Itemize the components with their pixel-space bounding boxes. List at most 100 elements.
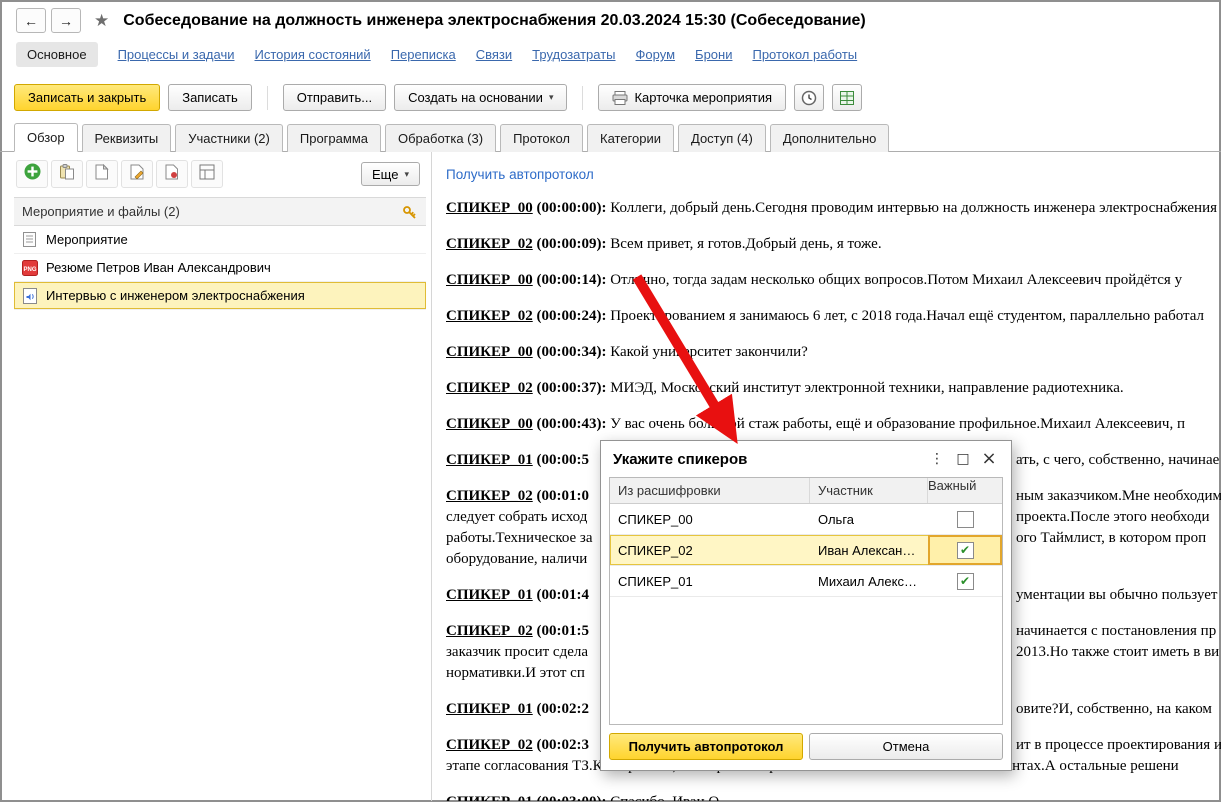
cell-participant: Ольга [810, 504, 928, 534]
speakers-table: Из расшифровкиУчастникВажный СПИКЕР_00Ол… [609, 477, 1003, 725]
speaker-label: СПИКЕР_02 [446, 623, 533, 639]
time-label: (00:02:3 [533, 737, 589, 753]
transcript-entry: СПИКЕР_01 (00:03:00): Спасибо, Иван.О [446, 792, 1221, 801]
transcript-entry: СПИКЕР_00 (00:00:43): У вас очень большо… [446, 414, 1221, 435]
time-label: (00:00:34): [533, 344, 610, 360]
list-item[interactable]: Интервью с инженером электроснабжения [14, 282, 426, 310]
nav-item-main[interactable]: Основное [16, 42, 98, 67]
more-button[interactable]: Еще ▾ [361, 162, 420, 186]
transcript-entry: СПИКЕР_02 (00:00:09): Всем привет, я гот… [446, 234, 1221, 255]
forward-button[interactable]: → [51, 8, 81, 33]
nav-link[interactable]: Брони [695, 47, 732, 62]
back-button[interactable]: ← [16, 8, 46, 33]
paste-button[interactable] [51, 160, 83, 188]
transcript-text: Проектированием я занимаюсь 6 лет, с 201… [610, 308, 1204, 324]
pane-divider[interactable] [431, 152, 432, 801]
tab-item[interactable]: Обработка (3) [385, 124, 496, 152]
important-checkbox[interactable]: ✔ [957, 573, 974, 590]
nav-link[interactable]: Переписка [391, 47, 456, 62]
tab-item[interactable]: Участники (2) [175, 124, 283, 152]
send-button[interactable]: Отправить... [283, 84, 386, 111]
edit-file-button[interactable] [121, 160, 153, 188]
important-checkbox[interactable]: ✔ [957, 542, 974, 559]
dialog-cancel-button[interactable]: Отмена [809, 733, 1003, 760]
transcript-text: работы.Техническое за [446, 530, 593, 546]
nav-link[interactable]: Связи [476, 47, 512, 62]
time-label: (00:00:14): [533, 272, 610, 288]
speaker-label: СПИКЕР_00 [446, 272, 533, 288]
tab-item[interactable]: Дополнительно [770, 124, 890, 152]
tab-item[interactable]: Реквизиты [82, 124, 172, 152]
get-autoprotocol-link[interactable]: Получить автопротокол [446, 167, 594, 182]
dialog-title: Укажите спикеров [613, 451, 921, 468]
kebab-menu-icon[interactable]: ⋮ [927, 451, 947, 467]
speaker-label: СПИКЕР_01 [446, 794, 533, 801]
clipboard-icon [59, 164, 75, 185]
time-label: (00:02:2 [533, 701, 589, 717]
tab-item[interactable]: Программа [287, 124, 381, 152]
speaker-label: СПИКЕР_00 [446, 344, 533, 360]
sign-file-button[interactable] [156, 160, 188, 188]
file-list: Мероприятие PNG Резюме Петров Иван Алексан… [14, 226, 426, 310]
cell-participant: Михаил Алекс… [810, 566, 928, 596]
new-file-button[interactable] [86, 160, 118, 188]
dialog-footer: Получить автопротокол Отмена [601, 725, 1011, 770]
create-based-button[interactable]: Создать на основании ▾ [394, 84, 567, 111]
tab-active[interactable]: Обзор [14, 123, 78, 152]
clock-icon [801, 90, 817, 106]
nav-link[interactable]: История состояний [255, 47, 371, 62]
dialog-ok-button[interactable]: Получить автопротокол [609, 733, 803, 760]
speaker-label: СПИКЕР_01 [446, 587, 533, 603]
cell-important [928, 504, 1002, 534]
nav-links: Процессы и задачи История состояний Перепи… [118, 47, 858, 62]
dialog-table-row[interactable]: СПИКЕР_01Михаил Алекс… ✔ [610, 566, 1002, 597]
event-card-button[interactable]: Карточка мероприятия [598, 84, 786, 111]
important-checkbox[interactable] [957, 511, 974, 528]
forward-arrow-icon: → [59, 13, 73, 29]
history-button[interactable] [794, 84, 824, 111]
nav-link[interactable]: Процессы и задачи [118, 47, 235, 62]
save-button[interactable]: Записать [168, 84, 252, 111]
transcript-text-tail: ать, с чего, собственно, начинае [1016, 450, 1219, 471]
maximize-icon[interactable]: □ [953, 451, 973, 467]
speaker-label: СПИКЕР_02 [446, 488, 533, 504]
transcript-text: оборудование, наличи [446, 551, 587, 567]
transcript-text-tail: ит в процессе проектирования и [1016, 735, 1221, 756]
transcript-text-tail: начинается с постановления пр [1016, 621, 1216, 642]
tab-item[interactable]: Доступ (4) [678, 124, 766, 152]
structure-icon [199, 164, 215, 185]
tab-item[interactable]: Протокол [500, 124, 583, 152]
list-item-label: Резюме Петров Иван Александрович [46, 260, 271, 275]
speaker-label: СПИКЕР_02 [446, 236, 533, 252]
command-bar: Записать и закрыть Записать Отправить...… [0, 76, 1221, 121]
time-label: (00:00:5 [533, 452, 589, 468]
dialog-table-body: СПИКЕР_00ОльгаСПИКЕР_02Иван Алексан…✔СПИ… [610, 504, 1002, 597]
speaker-label: СПИКЕР_01 [446, 452, 533, 468]
nav-link[interactable]: Протокол работы [752, 47, 857, 62]
related-table-button[interactable] [832, 84, 862, 111]
favorite-star-icon[interactable]: ★ [94, 11, 109, 31]
nav-link[interactable]: Трудозатраты [532, 47, 615, 62]
png-file-icon: PNG [21, 260, 38, 276]
close-icon[interactable]: × [979, 452, 999, 466]
speaker-label: СПИКЕР_02 [446, 308, 533, 324]
speaker-label: СПИКЕР_00 [446, 416, 533, 432]
files-toolbar: Еще ▾ [14, 152, 426, 197]
tab-item[interactable]: Категории [587, 124, 674, 152]
list-item[interactable]: PNG Резюме Петров Иван Александрович [14, 254, 426, 282]
structure-button[interactable] [191, 160, 223, 188]
cell-speaker: СПИКЕР_01 [610, 566, 810, 596]
transcript-text: Коллеги, добрый день.Сегодня проводим ин… [610, 200, 1217, 216]
time-label: (00:01:4 [533, 587, 589, 603]
dialog-table-row[interactable]: СПИКЕР_02Иван Алексан…✔ [610, 535, 1002, 566]
dialog-table-row[interactable]: СПИКЕР_00Ольга [610, 504, 1002, 535]
nav-link[interactable]: Форум [636, 47, 676, 62]
speaker-label: СПИКЕР_00 [446, 200, 533, 216]
audio-file-icon [21, 288, 38, 304]
cell-important: ✔ [928, 566, 1002, 596]
add-button[interactable] [16, 160, 48, 188]
list-item[interactable]: Мероприятие [14, 226, 426, 254]
save-close-button[interactable]: Записать и закрыть [14, 84, 160, 111]
transcript-text: Всем привет, я готов.Добрый день, я тоже… [610, 236, 881, 252]
files-pane: Еще ▾ Мероприятие и файлы (2) Мероприяти… [14, 152, 426, 801]
